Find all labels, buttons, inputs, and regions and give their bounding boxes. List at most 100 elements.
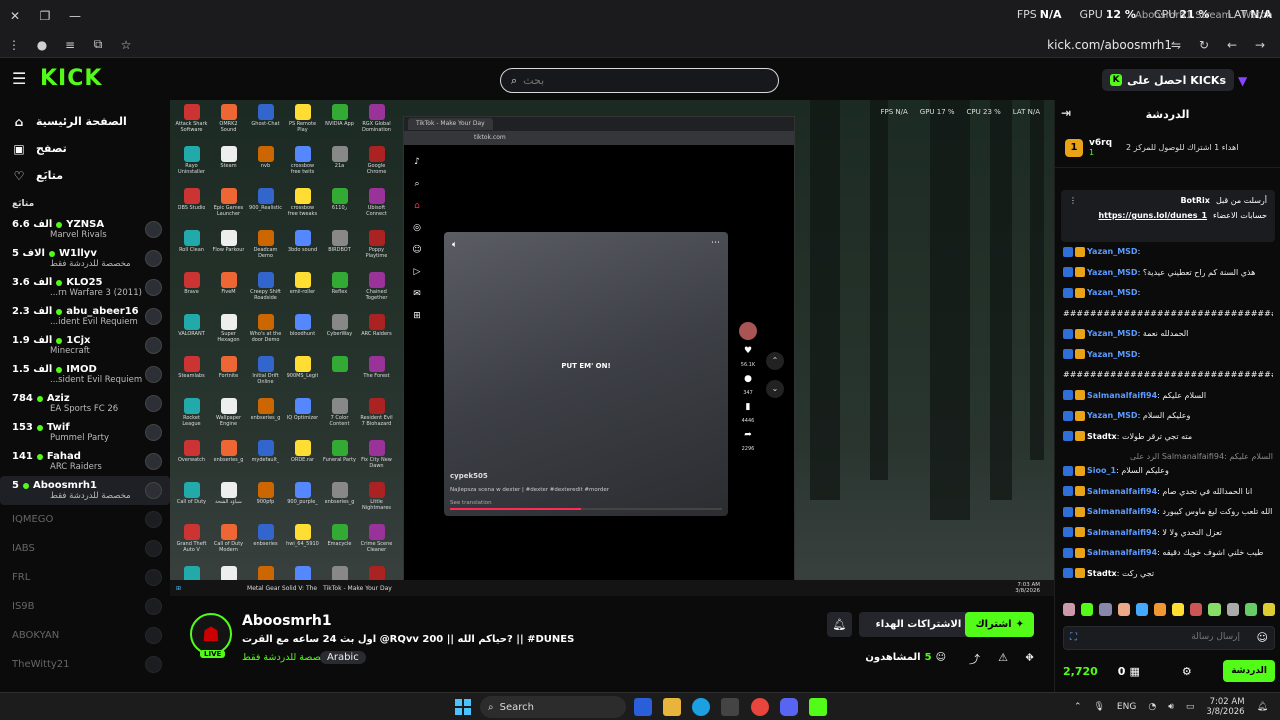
gift-leaderboard[interactable]: 1 v6rq 1 اهداء 1 اشتراك للوصول للمركز 2 xyxy=(1055,128,1280,168)
extensions-icon[interactable]: ⧉ xyxy=(84,32,112,58)
chrome-icon[interactable] xyxy=(751,698,769,716)
chat-message[interactable]: Salmanalfaifi94: انا الحمدالله في تحدي ص… xyxy=(1063,486,1273,498)
kick-app-icon[interactable] xyxy=(809,698,827,716)
language-tag[interactable]: Arabic xyxy=(320,651,366,664)
reload-icon[interactable]: ↻ xyxy=(1190,32,1218,58)
pinned-message[interactable]: ⋮ BotRix أرسلت من قبل https://guns.lol/d… xyxy=(1061,190,1275,242)
followed-channel[interactable]: IABS xyxy=(0,534,170,563)
microphone-icon[interactable]: 🎙︎ xyxy=(1093,702,1104,712)
chat-username[interactable]: Yazan_MSD xyxy=(1087,329,1138,338)
emote-icon[interactable] xyxy=(1099,603,1112,616)
profile-icon[interactable]: ● xyxy=(28,32,56,58)
hamburger-menu-icon[interactable]: ☰ xyxy=(12,70,30,88)
get-kicks-button[interactable]: K احصل على KICKs xyxy=(1102,69,1234,91)
chat-username[interactable]: Stadtx xyxy=(1087,569,1117,578)
windows-start-icon[interactable] xyxy=(455,699,471,715)
streamer-avatar[interactable]: ☗ xyxy=(190,613,232,655)
emote-icon[interactable] xyxy=(1208,603,1221,616)
emote-icon[interactable] xyxy=(1135,603,1148,616)
chat-message-input[interactable] xyxy=(1090,632,1240,642)
chat-message[interactable]: Salmanalfaifi94: الله تلعب روكت ليغ ماوس… xyxy=(1063,506,1273,518)
emote-icon[interactable] xyxy=(1153,603,1167,616)
chat-username[interactable]: Sioo_1 xyxy=(1087,466,1116,475)
emote-icon[interactable] xyxy=(1262,603,1276,616)
taskbar-search[interactable]: ⌕ Search xyxy=(480,696,626,718)
search-bar[interactable]: ⌕ xyxy=(500,68,779,93)
followed-channel[interactable]: 784 Aziz EA Sports FC 26 xyxy=(0,389,170,418)
chevron-up-icon[interactable]: ⌃ xyxy=(1074,702,1082,712)
chat-message[interactable]: Sioo_1: وعليكم السلام xyxy=(1063,465,1273,477)
chat-message[interactable]: Yazan_MSD: xyxy=(1063,246,1273,258)
chat-message[interactable]: Salmanalfaifi94: طيب خلني اشوف خويك دقيق… xyxy=(1063,547,1273,559)
chat-message[interactable]: Yazan_MSD: xyxy=(1063,287,1273,299)
followed-channel[interactable]: 1.5 ألف IMOD ...sident Evil Requiem xyxy=(0,360,170,389)
chat-input-box[interactable]: ⛶ ☺ xyxy=(1063,626,1275,650)
nav-home[interactable]: ⌂ الصفحة الرئيسية xyxy=(0,108,170,135)
followed-channel[interactable]: 5 Aboosmrh1 مخصصة للدردشة فقط xyxy=(0,476,170,505)
site-settings-icon[interactable]: ⇋ xyxy=(1162,32,1190,58)
volume-icon[interactable]: 🔊︎ xyxy=(1168,702,1174,712)
followed-channel[interactable]: 3.6 ألف KLO25 ...rn Warfare 3 (2011) xyxy=(0,273,170,302)
chat-message[interactable]: Yazan_MSD: وعليكم السلام xyxy=(1063,410,1273,422)
emote-icon[interactable] xyxy=(1190,603,1203,616)
address-bar[interactable]: kick.com/aboosmrh1 xyxy=(1047,38,1172,52)
language-indicator[interactable]: ENG xyxy=(1117,702,1136,712)
user-menu-icon[interactable]: ▼ xyxy=(1238,74,1250,88)
chat-message[interactable]: Yazan_MSD: الحمدلله نعمة xyxy=(1063,328,1273,340)
chat-message[interactable]: ######################################## xyxy=(1063,308,1273,320)
discord-icon[interactable] xyxy=(780,698,798,716)
emote-icon[interactable] xyxy=(1244,603,1257,616)
followed-channel[interactable]: 1.9 ألف 1Cjx Minecraft xyxy=(0,331,170,360)
followed-channel[interactable]: 2.3 ألف abu_abeer16 ...ident Evil Requiem xyxy=(0,302,170,331)
search-input[interactable] xyxy=(523,74,764,87)
file-explorer-icon[interactable] xyxy=(663,698,681,716)
menu-dots-icon[interactable]: ⋮ xyxy=(0,32,28,58)
stream-category[interactable]: مخصصة للدردشة فقط xyxy=(242,652,332,663)
clock[interactable]: 7:02 AM 3/8/2026 xyxy=(1206,697,1244,717)
video-player[interactable]: Attack Shark Software OMRK2 Sound Ghost-Ch… xyxy=(170,100,1054,596)
chat-message[interactable]: Salmanalfaifi94: تعزل التحدي ولا لا xyxy=(1063,527,1273,539)
chat-message[interactable]: Yazan_MSD: هذي السنة كم راح تعطيني عيدية… xyxy=(1063,267,1273,279)
back-icon[interactable]: ← xyxy=(1218,32,1246,58)
emote-icon[interactable] xyxy=(1081,603,1094,616)
followed-channel[interactable]: FRL xyxy=(0,563,170,592)
chat-username[interactable]: Salmanalfaifi94 xyxy=(1087,528,1157,537)
collapse-chat-icon[interactable]: ⇥ xyxy=(1061,106,1071,120)
followed-channel[interactable]: 153 Twif Pummel Party xyxy=(0,418,170,447)
streamer-name[interactable]: Aboosmrh1 xyxy=(242,613,332,629)
chat-username[interactable]: Yazan_MSD xyxy=(1087,268,1138,277)
pinned-link[interactable]: https://guns.lol/dunes_1 xyxy=(1098,211,1207,220)
report-icon[interactable]: ⚠ xyxy=(998,651,1008,664)
chat-username[interactable]: Yazan_MSD xyxy=(1087,411,1138,420)
pin-icon[interactable]: ⋮ xyxy=(1069,196,1077,205)
followed-channel[interactable]: ABOKYAN xyxy=(0,621,170,650)
more-options-icon[interactable]: ⛖ xyxy=(1025,651,1034,665)
chat-message[interactable]: Stadtx: تجي ركت xyxy=(1063,568,1273,580)
nav-following[interactable]: ♡ متابَع xyxy=(0,162,170,189)
chat-send-button[interactable]: الدردشة xyxy=(1223,660,1275,682)
emoji-icon[interactable]: ☺ xyxy=(1257,631,1268,644)
settings-icon[interactable]: ⚙ xyxy=(1182,665,1192,678)
followed-channel[interactable]: TheWitty21 xyxy=(0,650,170,679)
notifications-icon[interactable]: 🔔︎ xyxy=(1257,702,1268,712)
bookmark-star-icon[interactable]: ☆ xyxy=(112,32,140,58)
restore-icon[interactable]: ❐ xyxy=(30,0,60,32)
chat-username[interactable]: Yazan_MSD xyxy=(1087,288,1138,297)
chat-username[interactable]: Yazan_MSD xyxy=(1087,247,1138,256)
followed-channel[interactable]: 6.6 ألف YZNSA Marvel Rivals xyxy=(0,215,170,244)
followed-channel[interactable]: IS9B xyxy=(0,592,170,621)
gift-box-icon[interactable]: ▦ xyxy=(1129,665,1139,678)
share-icon[interactable]: ⤴ xyxy=(969,651,980,667)
emote-icon[interactable] xyxy=(1226,603,1239,616)
emote-icon[interactable] xyxy=(1172,603,1185,616)
copilot-icon[interactable] xyxy=(634,698,652,716)
chat-username[interactable]: Salmanalfaifi94 xyxy=(1087,391,1157,400)
nav-browse[interactable]: ▣ تصفح xyxy=(0,135,170,162)
forward-icon[interactable]: → xyxy=(1246,32,1274,58)
store-icon[interactable] xyxy=(721,698,739,716)
followed-channel[interactable]: 141 Fahad ARC Raiders xyxy=(0,447,170,476)
edge-icon[interactable] xyxy=(692,698,710,716)
kick-logo[interactable]: KICK xyxy=(40,66,102,91)
chat-username[interactable]: Salmanalfaifi94 xyxy=(1087,487,1157,496)
emote-icon[interactable] xyxy=(1117,603,1130,616)
